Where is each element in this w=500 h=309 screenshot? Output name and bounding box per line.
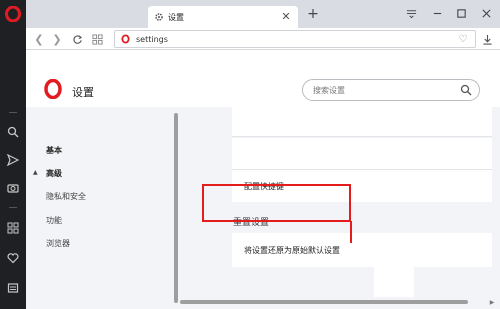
maximize-button[interactable] <box>453 5 469 21</box>
triangle-up-icon: ▲ <box>33 169 38 176</box>
search-icon[interactable] <box>5 124 21 140</box>
tab-settings[interactable]: 设置 ✕ <box>148 6 298 28</box>
forward-button[interactable]: ❯ <box>50 32 64 46</box>
settings-card <box>232 138 492 170</box>
restore-defaults-item[interactable]: 将设置还原为原始默认设置 <box>232 233 492 267</box>
tab-menu-icon[interactable] <box>403 5 419 21</box>
nav-item-features[interactable]: 功能 <box>46 215 62 226</box>
sidebar-divider <box>9 207 17 208</box>
url-field[interactable]: settings ♡ <box>114 30 476 48</box>
settings-card <box>374 267 414 297</box>
nav-item-privacy-security[interactable]: 隐私和安全 <box>46 191 86 202</box>
news-icon[interactable] <box>5 280 21 296</box>
bookmark-heart-icon[interactable]: ♡ <box>457 33 469 45</box>
speed-dial-grid-icon[interactable] <box>90 32 104 46</box>
horizontal-scrollbar[interactable] <box>180 300 468 304</box>
close-window-button[interactable] <box>478 5 494 21</box>
gear-icon <box>154 12 164 22</box>
heart-icon[interactable] <box>5 250 21 266</box>
opera-site-icon <box>121 34 130 44</box>
settings-header: 设置 搜索设置 <box>26 51 500 107</box>
back-button[interactable]: ❮ <box>32 32 46 46</box>
highlight-marker <box>350 221 352 243</box>
opera-logo-icon <box>44 78 62 100</box>
nav-item-browser[interactable]: 浏览器 <box>46 238 70 249</box>
speed-dial-icon[interactable] <box>5 220 21 236</box>
highlight-box <box>202 184 351 222</box>
scroll-right-arrow-icon[interactable]: ▶ <box>488 298 496 306</box>
page-title: 设置 <box>72 86 94 99</box>
download-icon[interactable] <box>480 32 494 46</box>
search-placeholder: 搜索设置 <box>313 85 345 95</box>
nav-item-basic[interactable]: 基本 <box>46 145 62 156</box>
search-settings-input[interactable]: 搜索设置 <box>302 79 480 101</box>
reload-button[interactable] <box>70 32 84 46</box>
tab-title: 设置 <box>168 12 184 22</box>
settings-nav: 基本 ▲ 高级 隐私和安全 功能 浏览器 <box>26 107 176 309</box>
new-tab-button[interactable]: + <box>306 6 320 22</box>
send-icon[interactable] <box>5 152 21 168</box>
settings-card <box>232 107 492 137</box>
opera-sidebar <box>0 0 26 309</box>
opera-logo-icon[interactable] <box>5 5 21 23</box>
nav-item-advanced[interactable]: 高级 <box>46 168 62 179</box>
minimize-button[interactable] <box>429 5 445 21</box>
close-tab-icon[interactable]: ✕ <box>280 10 292 23</box>
url-text: settings <box>136 34 168 44</box>
sidebar-divider <box>9 112 17 113</box>
address-bar: ❮ ❯ settings ♡ <box>26 28 500 50</box>
tab-strip: 设置 ✕ + <box>26 0 500 28</box>
search-icon[interactable] <box>460 84 472 96</box>
camera-icon[interactable] <box>5 180 21 196</box>
settings-page: 设置 搜索设置 基本 ▲ 高级 隐私和安全 功能 浏览器 配置快捷键 重置设置 … <box>26 51 500 309</box>
restore-defaults-label: 将设置还原为原始默认设置 <box>244 245 340 255</box>
